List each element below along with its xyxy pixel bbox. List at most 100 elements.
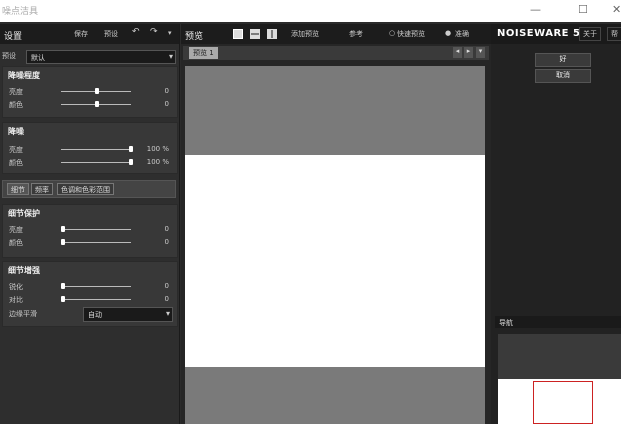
right-panel: NOISEWARE 5 关于 帮 好 取消 导航	[491, 24, 621, 424]
tab-prev-icon[interactable]: ◂	[453, 47, 462, 58]
edge-smooth-label: 边缘平滑	[9, 310, 37, 318]
noise-level-title: 降噪程度	[8, 71, 40, 80]
row-value: 0	[164, 282, 169, 290]
chevron-down-icon: ▾	[168, 52, 173, 61]
ok-button[interactable]: 好	[535, 53, 591, 67]
window-titlebar: 噪点洁具 — ☐ ✕	[0, 0, 621, 22]
slider-track[interactable]	[61, 242, 131, 243]
noise-reduction-luma-row: 亮度 100 %	[9, 145, 171, 155]
row-label: 颜色	[9, 159, 23, 167]
maximize-button[interactable]: ☐	[578, 3, 588, 16]
add-preview-button[interactable]: 添加预览	[291, 29, 319, 39]
about-button[interactable]: 关于	[579, 27, 601, 41]
preview-header: 预览 添加预览 参考 ○ 快速预览 ● 准确	[181, 24, 491, 44]
row-value: 0	[164, 238, 169, 246]
preview-panel: 预览 添加预览 参考 ○ 快速预览 ● 准确 预览 1 ◂ ▸ ▾	[181, 24, 491, 424]
noise-level-chroma-row: 颜色 0	[9, 100, 171, 110]
row-label: 亮度	[9, 146, 23, 154]
row-value: 0	[164, 225, 169, 233]
tab-detail[interactable]: 细节	[7, 183, 29, 195]
row-label: 颜色	[9, 101, 23, 109]
row-label: 亮度	[9, 226, 23, 234]
slider-track[interactable]	[61, 149, 131, 150]
single-view-icon[interactable]	[233, 29, 243, 39]
reference-button[interactable]: 参考	[349, 29, 363, 39]
navigator-header: 导航	[495, 316, 621, 328]
row-label: 亮度	[9, 88, 23, 96]
detail-protect-title: 细节保护	[8, 209, 40, 218]
noise-level-section: 降噪程度 亮度 0 颜色 0	[2, 66, 178, 118]
detail-protect-chroma-row: 颜色 0	[9, 238, 171, 248]
cancel-button[interactable]: 取消	[535, 69, 591, 83]
settings-title: 设置	[4, 32, 23, 42]
preview-title: 预览	[185, 32, 204, 42]
slider-track[interactable]	[61, 229, 131, 230]
slider-thumb[interactable]	[95, 88, 99, 94]
detail-tabs: 细节 频率 色调和色彩范围	[2, 180, 176, 198]
slider-thumb[interactable]	[129, 159, 133, 165]
detail-enhance-contrast-row: 对比 0	[9, 295, 171, 305]
slider-thumb[interactable]	[95, 101, 99, 107]
slider-track[interactable]	[61, 162, 131, 163]
save-button[interactable]: 保存	[74, 29, 88, 39]
preset-row-label: 预设	[2, 52, 16, 60]
noise-level-luma-row: 亮度 0	[9, 87, 171, 97]
detail-enhance-section: 细节增强 锐化 0 对比 0 边缘平滑 自动 ▾	[2, 261, 178, 327]
accurate-radio-icon[interactable]: ●	[445, 29, 451, 37]
edge-smooth-value: 自动	[88, 311, 102, 319]
row-value: 100 %	[146, 158, 169, 166]
settings-header: 设置 保存 预设 ↶ ↷ ▾	[0, 24, 179, 44]
slider-thumb[interactable]	[61, 283, 65, 289]
brand-logo: NOISEWARE 5	[497, 28, 581, 39]
detail-protect-luma-row: 亮度 0	[9, 225, 171, 235]
slider-track[interactable]	[61, 286, 131, 287]
navigator-viewport-frame[interactable]	[533, 381, 593, 424]
slider-thumb[interactable]	[61, 226, 65, 232]
fast-preview-radio-icon[interactable]: ○	[389, 29, 395, 37]
brand-header: NOISEWARE 5 关于 帮	[491, 24, 621, 44]
slider-thumb[interactable]	[61, 239, 65, 245]
preview-tab[interactable]: 预览 1	[189, 47, 218, 59]
tab-next-icon[interactable]: ▸	[464, 47, 473, 58]
slider-thumb[interactable]	[129, 146, 133, 152]
settings-panel: 设置 保存 预设 ↶ ↷ ▾ 预设 默认 ▾ 降噪程度 亮度 0 颜色 0 降噪…	[0, 24, 180, 424]
navigator-view[interactable]	[498, 334, 621, 424]
close-button[interactable]: ✕	[612, 3, 621, 16]
split-vertical-icon[interactable]	[267, 29, 277, 39]
row-label: 颜色	[9, 239, 23, 247]
detail-enhance-sharpen-row: 锐化 0	[9, 282, 171, 292]
detail-enhance-title: 细节增强	[8, 266, 40, 275]
noise-reduction-section: 降噪 亮度 100 % 颜色 100 %	[2, 122, 178, 174]
accurate-label[interactable]: 准确	[455, 29, 469, 39]
menu-chevron-icon[interactable]: ▾	[168, 29, 172, 37]
preset-button[interactable]: 预设	[104, 29, 118, 39]
tab-frequency[interactable]: 频率	[31, 183, 53, 195]
slider-thumb[interactable]	[61, 296, 65, 302]
row-label: 对比	[9, 296, 23, 304]
row-label: 锐化	[9, 283, 23, 291]
preview-canvas[interactable]	[185, 66, 485, 424]
redo-icon[interactable]: ↷	[150, 27, 158, 37]
edge-smooth-select[interactable]: 自动 ▾	[83, 307, 173, 322]
split-horizontal-icon[interactable]	[250, 29, 260, 39]
tab-menu-icon[interactable]: ▾	[476, 47, 485, 58]
help-button[interactable]: 帮	[607, 27, 621, 41]
chevron-down-icon: ▾	[165, 309, 170, 318]
row-value: 100 %	[146, 145, 169, 153]
fast-preview-label[interactable]: 快速预览	[397, 29, 425, 39]
row-value: 0	[164, 100, 169, 108]
row-value: 0	[164, 87, 169, 95]
noise-reduction-chroma-row: 颜色 100 %	[9, 158, 171, 168]
window-title: 噪点洁具	[2, 7, 39, 17]
undo-icon[interactable]: ↶	[132, 27, 140, 37]
preset-select-value: 默认	[31, 54, 45, 62]
noise-reduction-title: 降噪	[8, 127, 24, 136]
preview-tabbar: 预览 1 ◂ ▸ ▾	[183, 46, 489, 60]
slider-track[interactable]	[61, 299, 131, 300]
detail-protect-section: 细节保护 亮度 0 颜色 0	[2, 204, 178, 258]
minimize-button[interactable]: —	[530, 3, 541, 16]
navigator-title: 导航	[499, 319, 513, 327]
preview-image	[185, 155, 485, 367]
tab-tone-color-range[interactable]: 色调和色彩范围	[57, 183, 114, 195]
preset-select[interactable]: 默认 ▾	[26, 50, 176, 64]
